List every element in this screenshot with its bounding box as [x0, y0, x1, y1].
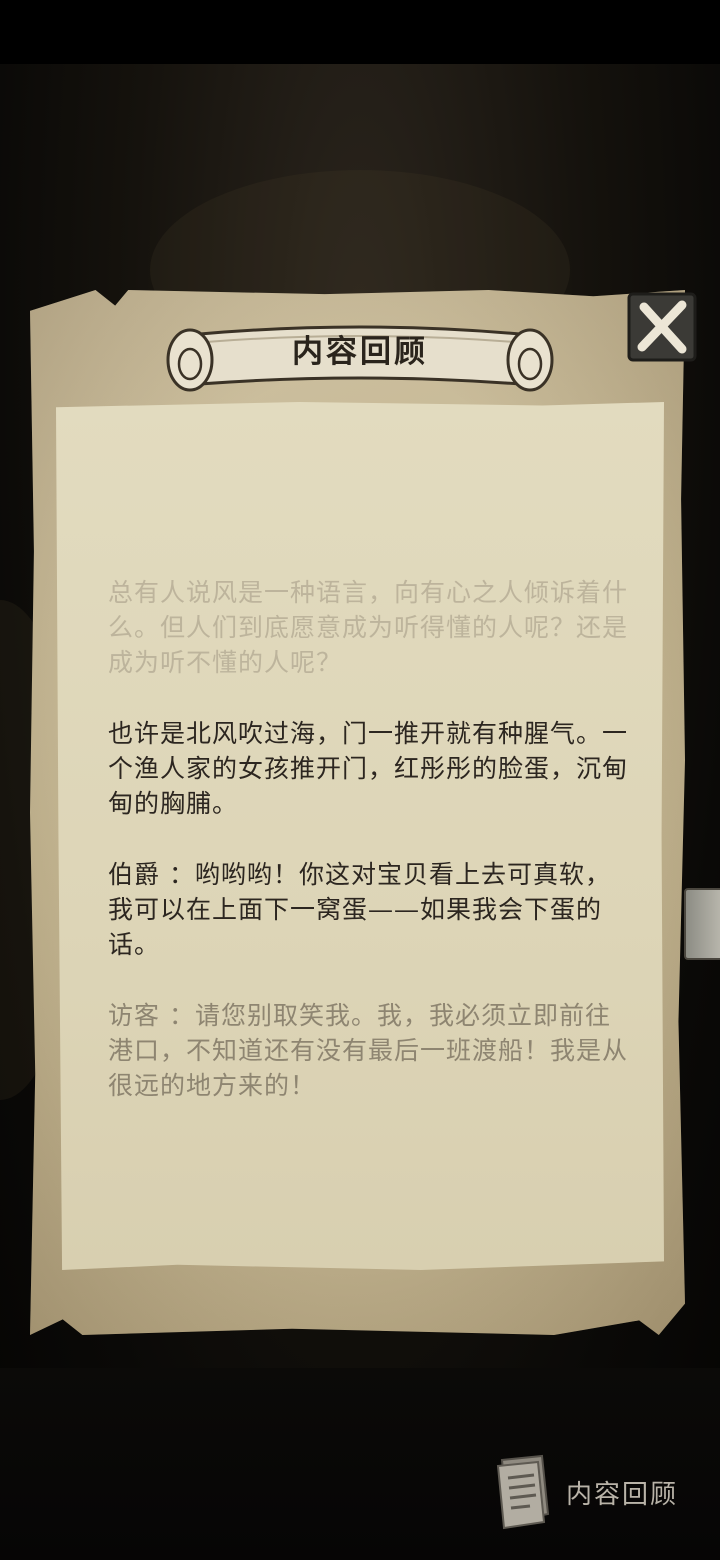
review-text-content: 总有人说风是一种语言，向有心之人倾诉着什么。但人们到底愿意成为听得懂的人呢？还是… — [108, 575, 628, 1139]
dialog-title: 内容回顾 — [292, 334, 428, 370]
game-screen: 内容回顾 总有人说风是一种语言，向有心之人倾诉着什么。但人们到底愿意成为听得懂的… — [0, 0, 720, 1560]
close-icon — [627, 292, 697, 362]
paragraph-3: 伯爵 ：哟哟哟！你这对宝贝看上去可真软，我可以在上面下一窝蛋——如果我会下蛋的话… — [108, 860, 611, 959]
paragraph-1: 总有人说风是一种语言，向有心之人倾诉着什么。但人们到底愿意成为听得懂的人呢？还是… — [108, 578, 629, 677]
paragraph-2: 也许是北风吹过海，门一推开就有种腥气。一个渔人家的女孩推开门，红彤彤的脸蛋，沉甸… — [108, 719, 629, 818]
bottom-nav-label: 内容回顾 — [566, 1480, 679, 1510]
status-bar-area — [0, 0, 720, 64]
close-button[interactable] — [626, 291, 698, 363]
content-review-button[interactable]: 内容回顾 — [492, 1452, 712, 1532]
title-banner: 内容回顾 — [160, 312, 560, 398]
paragraph-4: 访客 ：请您别取笑我。我，我必须立即前往港口，不知道还有没有最后一班渡船！我是从… — [108, 1001, 629, 1100]
side-drawer-tab[interactable] — [684, 888, 720, 960]
scroll-notes-icon — [496, 1454, 550, 1530]
